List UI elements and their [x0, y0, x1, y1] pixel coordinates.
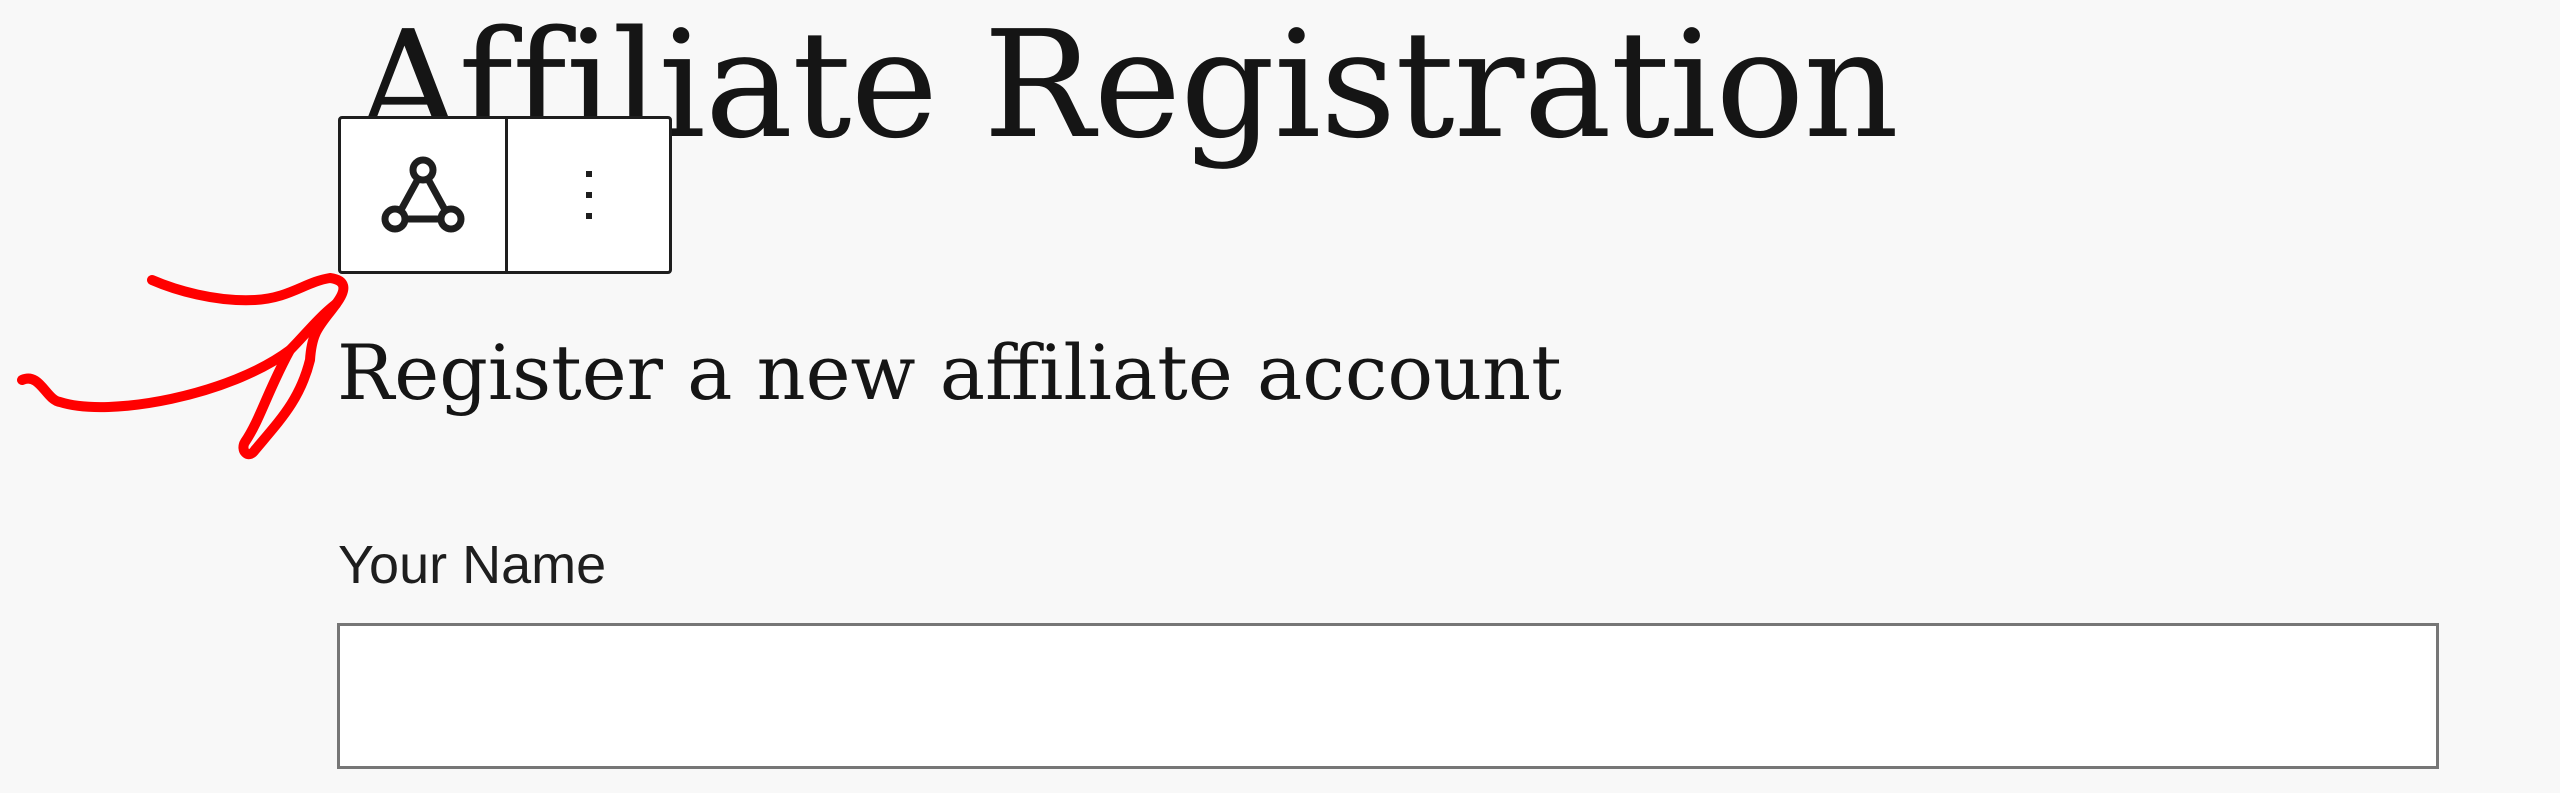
block-toolbar [338, 116, 672, 274]
name-field-label: Your Name [338, 535, 607, 595]
vertical-ellipsis-icon [585, 171, 592, 219]
hand-drawn-arrow-icon [17, 273, 349, 460]
name-input[interactable] [337, 623, 2439, 769]
block-options-button[interactable] [508, 119, 669, 271]
page-subtitle: Register a new affiliate account [337, 328, 1562, 417]
parent-block-icon [381, 156, 465, 233]
select-parent-block-button[interactable] [341, 119, 508, 271]
